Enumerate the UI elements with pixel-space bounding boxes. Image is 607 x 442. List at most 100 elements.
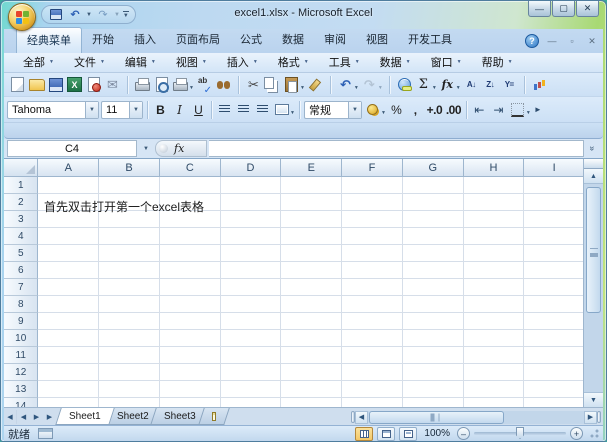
row-header-11[interactable]: 11 bbox=[4, 347, 39, 364]
close-button[interactable]: ✕ bbox=[576, 1, 599, 17]
xls-button[interactable] bbox=[65, 75, 84, 95]
currency-style-button[interactable] bbox=[363, 100, 382, 120]
cell-H12[interactable] bbox=[463, 364, 525, 381]
vertical-scroll-thumb[interactable] bbox=[586, 187, 601, 313]
cell-B4[interactable] bbox=[99, 228, 160, 245]
cell-F12[interactable] bbox=[342, 364, 403, 381]
cell-H1[interactable] bbox=[463, 177, 525, 194]
cell-F11[interactable] bbox=[342, 347, 403, 364]
increase-indent-button[interactable]: ⇥ bbox=[489, 100, 508, 119]
cell-D7[interactable] bbox=[220, 279, 282, 296]
cell-C8[interactable] bbox=[159, 296, 221, 313]
decrease-indent-button[interactable]: ⇤ bbox=[470, 100, 489, 119]
cell-F1[interactable] bbox=[342, 177, 403, 194]
name-box-caret-icon[interactable]: ▼ bbox=[139, 146, 153, 152]
cell-H9[interactable] bbox=[463, 313, 525, 330]
cell-B14[interactable] bbox=[99, 398, 160, 407]
underline-button[interactable]: U bbox=[189, 100, 208, 119]
split-handle[interactable] bbox=[584, 159, 603, 169]
bold-button[interactable]: B bbox=[151, 100, 170, 119]
cell-G7[interactable] bbox=[402, 279, 464, 296]
cell-F9[interactable] bbox=[342, 313, 403, 330]
menu-item-all[interactable]: 全部 ▼ bbox=[14, 52, 63, 73]
cell-D5[interactable] bbox=[220, 245, 282, 262]
row-header-10[interactable]: 10 bbox=[4, 330, 39, 347]
cell-B5[interactable] bbox=[99, 245, 160, 262]
cut-button[interactable]: ✂ bbox=[244, 75, 263, 95]
font-name-select[interactable]: Tahoma ▼ bbox=[7, 100, 99, 119]
cell-I1[interactable] bbox=[524, 177, 586, 194]
chevron-down-icon[interactable]: ▼ bbox=[347, 101, 361, 118]
cell-F5[interactable] bbox=[342, 245, 403, 262]
cell-H2[interactable] bbox=[463, 194, 525, 211]
select-all-corner[interactable] bbox=[4, 159, 39, 177]
toolbar-overflow-button[interactable]: ► bbox=[534, 105, 542, 114]
workbook-minimize-button[interactable]: — bbox=[545, 36, 559, 46]
sortaz-button[interactable]: A↓ bbox=[462, 75, 481, 95]
cell-E11[interactable] bbox=[281, 347, 343, 364]
cell-A13[interactable] bbox=[38, 381, 100, 398]
scroll-right-icon[interactable]: ▶ bbox=[584, 410, 597, 424]
align-right-button[interactable] bbox=[253, 100, 272, 120]
percent-style-button[interactable]: % bbox=[387, 100, 406, 119]
column-header-D[interactable]: D bbox=[220, 159, 282, 177]
vertical-scrollbar[interactable]: ▲ ▼ bbox=[583, 159, 603, 407]
cell-G2[interactable] bbox=[402, 194, 464, 211]
cell-D11[interactable] bbox=[220, 347, 282, 364]
menu-item-help[interactable]: 帮助 ▼ bbox=[473, 52, 522, 73]
cell-F13[interactable] bbox=[342, 381, 403, 398]
page-break-view-button[interactable] bbox=[399, 426, 418, 441]
cell-E3[interactable] bbox=[281, 211, 343, 228]
cell-D13[interactable] bbox=[220, 381, 282, 398]
cell-E12[interactable] bbox=[281, 364, 343, 381]
cell-C11[interactable] bbox=[159, 347, 221, 364]
brush-button[interactable] bbox=[306, 75, 325, 95]
resize-grip[interactable] bbox=[589, 428, 599, 439]
cell-G8[interactable] bbox=[402, 296, 464, 313]
horizontal-scroll-thumb[interactable] bbox=[369, 410, 504, 424]
number-format-select[interactable]: 常规 ▼ bbox=[303, 100, 362, 119]
cell-H4[interactable] bbox=[463, 228, 525, 245]
row-header-2[interactable]: 2 bbox=[4, 194, 39, 211]
cell-F6[interactable] bbox=[342, 262, 403, 279]
ribbon-tab-review[interactable]: 审阅 bbox=[314, 27, 356, 53]
macro-record-icon[interactable] bbox=[38, 428, 53, 439]
zoom-level-label[interactable]: 100% bbox=[424, 428, 450, 439]
undo-button[interactable]: ↶ bbox=[336, 75, 355, 95]
cell-I12[interactable] bbox=[524, 364, 586, 381]
last-sheet-button[interactable]: ▶ bbox=[43, 410, 56, 424]
merge-center-button[interactable] bbox=[272, 100, 291, 120]
cell-D14[interactable] bbox=[220, 398, 282, 407]
cell-F4[interactable] bbox=[342, 228, 403, 245]
column-header-H[interactable]: H bbox=[463, 159, 525, 177]
cell-I5[interactable] bbox=[524, 245, 586, 262]
column-header-G[interactable]: G bbox=[402, 159, 464, 177]
sum-button[interactable]: Σ bbox=[414, 75, 433, 95]
cell-E14[interactable] bbox=[281, 398, 343, 407]
zoom-slider[interactable] bbox=[474, 427, 566, 439]
row-header-8[interactable]: 8 bbox=[4, 296, 39, 313]
column-header-B[interactable]: B bbox=[99, 159, 160, 177]
formula-input[interactable] bbox=[209, 140, 584, 157]
next-sheet-button[interactable]: ▶ bbox=[30, 410, 43, 424]
chevron-down-icon[interactable]: ▼ bbox=[85, 101, 98, 118]
row-header-5[interactable]: 5 bbox=[4, 245, 39, 262]
cell-E6[interactable] bbox=[281, 262, 343, 279]
comma-style-button[interactable]: , bbox=[406, 100, 425, 119]
cell-C1[interactable] bbox=[159, 177, 221, 194]
help-icon[interactable]: ? bbox=[525, 34, 539, 48]
cell-I14[interactable] bbox=[524, 398, 586, 407]
cell-E13[interactable] bbox=[281, 381, 343, 398]
menu-item-format[interactable]: 格式 ▼ bbox=[269, 52, 318, 73]
cell-I13[interactable] bbox=[524, 381, 586, 398]
cell-G11[interactable] bbox=[402, 347, 464, 364]
cell-grid[interactable]: A B C D E F G H I 1 2 3 4 5 6 7 8 9 10 11 12 13 14 bbox=[4, 159, 586, 407]
workbook-close-button[interactable]: ✕ bbox=[585, 36, 599, 47]
cell-C7[interactable] bbox=[159, 279, 221, 296]
column-header-F[interactable]: F bbox=[342, 159, 403, 177]
cell-B8[interactable] bbox=[99, 296, 160, 313]
ribbon-tab-home[interactable]: 开始 bbox=[82, 27, 124, 53]
chart-button[interactable] bbox=[530, 75, 549, 95]
cell-C9[interactable] bbox=[159, 313, 221, 330]
cell-A6[interactable] bbox=[38, 262, 100, 279]
